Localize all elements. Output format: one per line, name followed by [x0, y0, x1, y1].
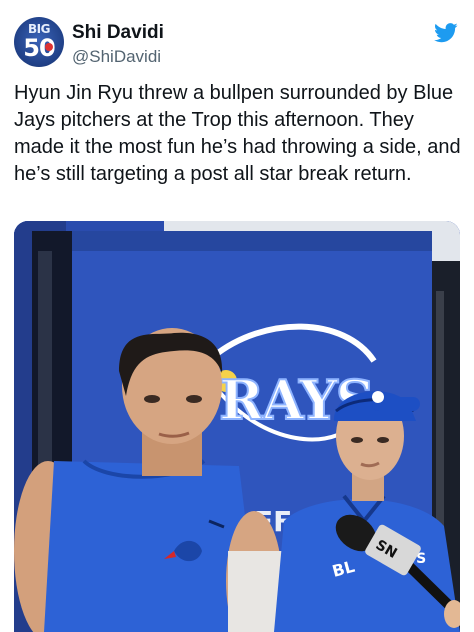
author-display-name[interactable]: Shi Davidi — [72, 22, 164, 44]
tweet-photo[interactable]: RAYS FF A — [14, 221, 460, 632]
author-handle[interactable]: @ShiDavidi — [72, 47, 161, 67]
twitter-bird-icon[interactable] — [434, 23, 458, 43]
avatar-logo-number: 50 — [23, 34, 55, 62]
avatar-logo-dot — [45, 43, 53, 51]
tweet-text: Hyun Jin Ryu threw a bullpen surrounded … — [14, 82, 461, 185]
photo-scene: RAYS FF A — [14, 221, 460, 632]
tweet-header: BIG 50 Shi Davidi @ShiDavidi — [14, 17, 460, 69]
avatar[interactable]: BIG 50 — [14, 17, 64, 67]
